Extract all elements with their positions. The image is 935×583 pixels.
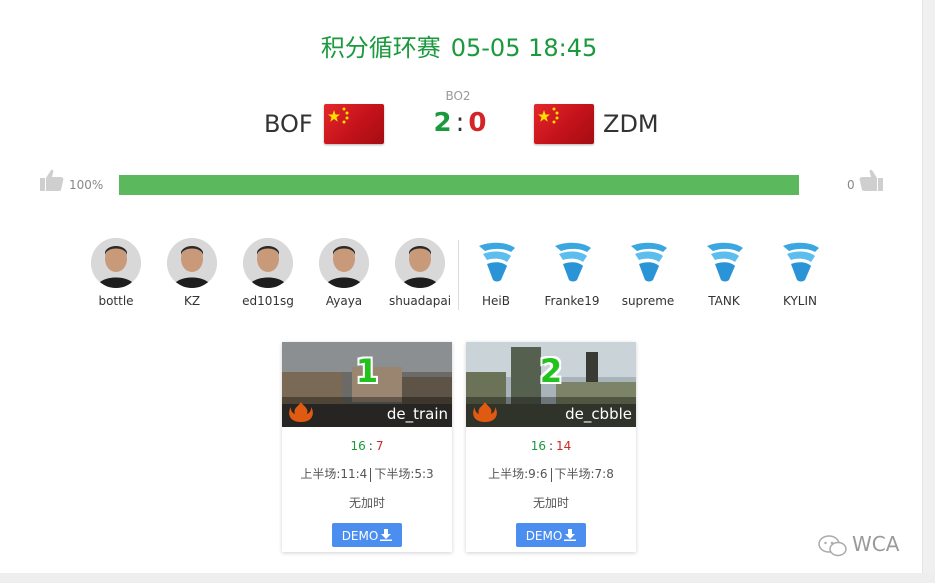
map-score: 16:14 [466,439,636,453]
player-avatar [91,238,141,288]
player-name: shuadapai [388,294,452,308]
match-score: 2:0 [425,108,495,138]
player-avatar [319,238,369,288]
vote-left-percent: 100% [69,178,104,192]
download-icon [380,529,393,541]
download-icon [564,529,577,541]
second-half-score: 下半场:7:8 [554,467,614,481]
player-name: supreme [621,294,675,308]
thumbs-up-left-icon[interactable] [38,166,66,194]
player-card[interactable]: bottle [78,238,154,308]
player-card[interactable]: KYLIN [762,238,838,308]
team2-score: 0 [468,108,487,138]
player-name: KYLIN [783,294,817,308]
vote-bar [119,175,799,195]
halves-divider [550,467,552,482]
map-thumbnail[interactable]: 2 de_cbble [466,342,636,427]
player-card[interactable]: HeiB [458,238,534,308]
player-name: bottle [98,294,134,308]
wechat-icon [818,534,847,556]
player-card[interactable]: Franke19 [534,238,610,308]
wca-logo-icon [623,238,673,288]
demo-label: DEMO [525,529,563,543]
map-team2-score: 7 [375,439,384,453]
player-avatar [167,238,217,288]
player-name: Ayaya [325,294,363,308]
watermark: WCA [818,532,899,557]
player-roster: bottle KZ ed101sg Ayaya shuadapai HeiB F… [78,238,838,318]
player-name: Franke19 [544,294,600,308]
player-name: ed101sg [242,294,294,308]
overtime-status: 无加时 [348,496,385,510]
map-team2-score: 14 [556,439,572,453]
player-name: HeiB [482,294,510,308]
demo-download-button[interactable]: DEMO [332,523,402,547]
map-score-separator: : [368,439,373,453]
vote-bar-fill [119,175,799,195]
map-card: 2 de_cbble 16:14 上半场:9:6 下半场:7:8 无加时 DEMO [466,342,636,552]
match-format: BO2 [445,89,471,103]
player-card[interactable]: supreme [610,238,686,308]
born-of-fire-logo-icon [289,402,313,422]
team1-name[interactable]: BOF [264,110,313,138]
wca-logo-icon [547,238,597,288]
map-halves: 上半场:9:6 下半场:7:8 [466,465,636,482]
player-card[interactable]: TANK [686,238,762,308]
vote-right-count: 0 [847,178,855,192]
map-number: 2 [539,352,563,390]
first-half-score: 上半场:9:6 [488,467,548,481]
first-half-score: 上半场:11:4 [300,467,368,481]
map-thumbnail[interactable]: 1 de_train [282,342,452,427]
player-card[interactable]: ed101sg [230,238,306,308]
map-team1-score: 16 [350,439,366,453]
wca-logo-icon [699,238,749,288]
bottom-divider [0,573,935,583]
player-avatar [395,238,445,288]
born-of-fire-logo-icon [473,402,497,422]
china-flag-icon [534,104,594,144]
team2-name[interactable]: ZDM [603,110,659,138]
player-card[interactable]: KZ [154,238,230,308]
player-avatar [243,238,293,288]
score-separator: : [455,108,465,138]
watermark-text: WCA [852,532,900,556]
player-card[interactable]: Ayaya [306,238,382,308]
halves-divider [370,467,372,482]
map-halves: 上半场:11:4 下半场:5:3 [282,465,452,482]
overtime-status: 无加时 [532,496,569,510]
map-team1-score: 16 [530,439,546,453]
thumbs-up-right-icon[interactable] [857,166,885,194]
wca-logo-icon [471,238,521,288]
map-score-separator: : [548,439,554,453]
wca-logo-icon [775,238,825,288]
map-score: 16:7 [282,439,452,453]
team1-score: 2 [433,108,452,138]
event-name: 积分循环赛 [320,34,441,62]
china-flag-icon [324,104,384,144]
map-name: de_cbble [565,405,632,423]
player-name: KZ [183,294,201,308]
player-card[interactable]: shuadapai [382,238,458,308]
second-half-score: 下半场:5:3 [374,467,434,481]
demo-download-button[interactable]: DEMO [516,523,586,547]
map-number: 1 [355,352,379,390]
demo-label: DEMO [341,529,379,543]
match-datetime: 05-05 18:45 [450,34,598,62]
page-scrollbar[interactable] [922,0,935,583]
match-title: 积分循环赛 05-05 18:45 [0,28,918,63]
map-card: 1 de_train 16:7 上半场:11:4 下半场:5:3 无加时 DEMO [282,342,452,552]
player-name: TANK [708,294,740,308]
map-name: de_train [386,405,448,423]
